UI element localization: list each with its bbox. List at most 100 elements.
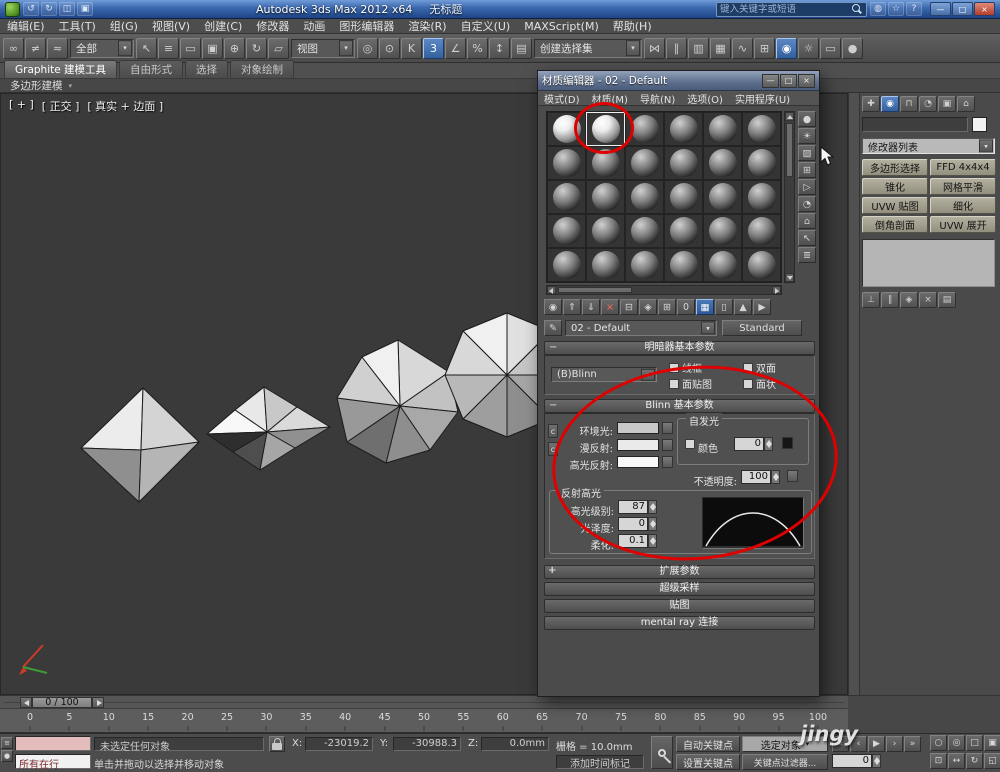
track-bar[interactable]: 0 5 10 15 20 25 30 35 40 45 50 55 60 65 70 75 80 85 90 95 10… xyxy=(0,708,848,733)
help-icon[interactable]: ? xyxy=(906,2,922,16)
collapsed-rollout-3[interactable]: mental ray 连接 xyxy=(544,616,815,630)
checkbox-icon[interactable] xyxy=(743,378,753,389)
menu-item-0[interactable]: 编辑(E) xyxy=(0,19,52,33)
mat-close-button[interactable]: × xyxy=(798,73,815,88)
spinner-snap-icon[interactable]: ↕ xyxy=(489,37,510,59)
use-pivot-center-icon[interactable]: ◎ xyxy=(357,37,378,59)
opacity-spinner[interactable]: 100 xyxy=(741,470,780,484)
glossiness-spinner-arrows-icon[interactable] xyxy=(648,517,657,531)
frame-spinner-arrows-icon[interactable] xyxy=(872,754,881,768)
scroll-left-icon[interactable] xyxy=(547,286,556,294)
zoom-region-icon[interactable]: ⊡ xyxy=(930,753,947,769)
sample-slot-22[interactable] xyxy=(703,214,742,248)
material-type-button[interactable]: Standard xyxy=(722,320,802,336)
named-selection-set-combo[interactable]: 创建选择集 xyxy=(534,38,642,58)
sample-slot-9[interactable] xyxy=(664,146,703,180)
menu-item-1[interactable]: 工具(T) xyxy=(52,19,103,33)
sample-slot-8[interactable] xyxy=(625,146,664,180)
minimize-button[interactable]: — xyxy=(930,2,951,16)
open-file-icon[interactable]: ◫ xyxy=(59,2,75,16)
scroll-up-icon[interactable] xyxy=(785,112,794,121)
zoom-icon[interactable]: ○ xyxy=(930,735,947,751)
collapsed-rollout-0[interactable]: 扩展参数 xyxy=(544,565,815,579)
percent-snap-icon[interactable]: % xyxy=(467,37,488,59)
zoom-extents-icon[interactable]: □ xyxy=(966,735,983,751)
vertical-scroll-thumb[interactable] xyxy=(786,123,793,177)
configure-modifier-sets-icon[interactable]: ▤ xyxy=(938,292,956,308)
sample-slot-26[interactable] xyxy=(625,248,664,282)
sample-horizontal-scrollbar[interactable] xyxy=(546,285,782,295)
pin-stack-icon[interactable]: ⊥ xyxy=(862,292,880,308)
menu-item-5[interactable]: 修改器 xyxy=(249,19,296,33)
sample-uv-tiling-icon[interactable]: ⊞ xyxy=(798,162,816,178)
play-icon[interactable]: ▶ xyxy=(868,736,885,752)
add-time-tag[interactable]: 添加时间标记 xyxy=(556,755,644,770)
sample-slot-5[interactable] xyxy=(742,112,781,146)
selfillum-spinner[interactable]: 0 xyxy=(734,437,773,451)
previous-frame-arrow-icon[interactable] xyxy=(20,697,32,708)
mirror-icon[interactable]: ⋈ xyxy=(644,37,665,59)
command-panel-scrollbar[interactable] xyxy=(848,93,860,695)
utilities-tab-icon[interactable]: ⌂ xyxy=(957,96,975,112)
soften-spinner-arrows-icon[interactable] xyxy=(648,534,657,548)
sample-slot-24[interactable] xyxy=(547,248,586,282)
window-crossing-icon[interactable]: ▣ xyxy=(202,37,223,59)
shader-check-2[interactable]: 面贴图 xyxy=(669,377,741,391)
horizontal-scroll-thumb[interactable] xyxy=(558,287,632,293)
shader-type-dropdown[interactable]: (B)Blinn xyxy=(551,367,657,382)
shader-check-1[interactable]: 双面 xyxy=(743,361,803,375)
material-name-dropdown[interactable]: 02 - Default xyxy=(565,320,717,336)
shader-params-rollout-header[interactable]: 明暗器基本参数 xyxy=(544,341,815,355)
pick-material-from-object-icon[interactable]: ✎ xyxy=(544,320,562,336)
sample-slot-18[interactable] xyxy=(547,214,586,248)
sample-slot-3[interactable] xyxy=(664,112,703,146)
sample-slot-23[interactable] xyxy=(742,214,781,248)
modifier-stack-list[interactable] xyxy=(862,239,995,287)
maxscript-mini-listener-icon[interactable]: ≡ xyxy=(1,737,13,749)
y-coordinate-field[interactable]: -30988.3 xyxy=(393,737,461,751)
selfillum-spinner-arrows-icon[interactable] xyxy=(764,437,773,451)
collapsed-rollout-1[interactable]: 超级采样 xyxy=(544,582,815,596)
maximize-button[interactable]: □ xyxy=(952,2,973,16)
sample-slot-21[interactable] xyxy=(664,214,703,248)
menu-item-11[interactable]: 帮助(H) xyxy=(606,19,659,33)
ambient-color-swatch[interactable] xyxy=(617,422,659,434)
object-octahedron-3[interactable] xyxy=(336,339,459,464)
select-object-icon[interactable]: ↖ xyxy=(136,37,157,59)
collapsed-rollout-2[interactable]: 贴图 xyxy=(544,599,815,613)
create-tab-icon[interactable]: ✚ xyxy=(862,96,880,112)
z-coordinate-field[interactable]: 0.0mm xyxy=(481,737,549,751)
material-menu-3[interactable]: 选项(O) xyxy=(681,91,729,106)
modifier-button-5[interactable]: 细化 xyxy=(930,197,996,214)
select-by-name-icon[interactable]: ≡ xyxy=(158,37,179,59)
next-frame-icon[interactable]: › xyxy=(886,736,903,752)
orbit-icon[interactable]: ↻ xyxy=(966,753,983,769)
blinn-params-rollout-header[interactable]: Blinn 基本参数 xyxy=(544,399,815,413)
bind-to-space-warp-icon[interactable]: ≈ xyxy=(47,37,68,59)
set-keys-button[interactable] xyxy=(651,736,673,769)
communication-center-icon[interactable]: ◍ xyxy=(870,2,886,16)
put-material-to-scene-icon[interactable]: ⇑ xyxy=(563,299,581,315)
glossiness-spinner[interactable]: 0 xyxy=(618,517,657,531)
checkbox-icon[interactable] xyxy=(669,378,679,389)
sample-vertical-scrollbar[interactable] xyxy=(784,111,795,283)
diffuse-color-swatch[interactable] xyxy=(617,439,659,451)
current-frame-spinner[interactable]: 0 xyxy=(832,754,881,768)
assign-material-to-selection-icon[interactable]: ⇓ xyxy=(582,299,600,315)
scroll-right-icon[interactable] xyxy=(772,286,781,294)
sample-slot-10[interactable] xyxy=(703,146,742,180)
diffuse-map-button[interactable] xyxy=(662,439,673,451)
selection-filter-dropdown[interactable]: 全部 xyxy=(70,38,134,58)
select-and-scale-icon[interactable]: ▱ xyxy=(268,37,289,59)
coordinate-system-dropdown[interactable]: 视图 xyxy=(291,38,355,58)
go-to-end-icon[interactable]: » xyxy=(904,736,921,752)
material-editor-icon[interactable]: ◉ xyxy=(776,37,797,59)
key-filters-button[interactable]: 关键点过滤器... xyxy=(742,754,828,770)
menu-item-7[interactable]: 图形编辑器 xyxy=(332,19,401,33)
save-file-icon[interactable]: ▣ xyxy=(77,2,93,16)
x-coordinate-field[interactable]: -23019.2 xyxy=(305,737,373,751)
modifier-button-0[interactable]: 多边形选择 xyxy=(862,159,928,176)
sample-slot-16[interactable] xyxy=(703,180,742,214)
ribbon-tab-3[interactable]: 对象绘制 xyxy=(230,60,295,78)
material-menu-2[interactable]: 导航(N) xyxy=(634,91,681,106)
